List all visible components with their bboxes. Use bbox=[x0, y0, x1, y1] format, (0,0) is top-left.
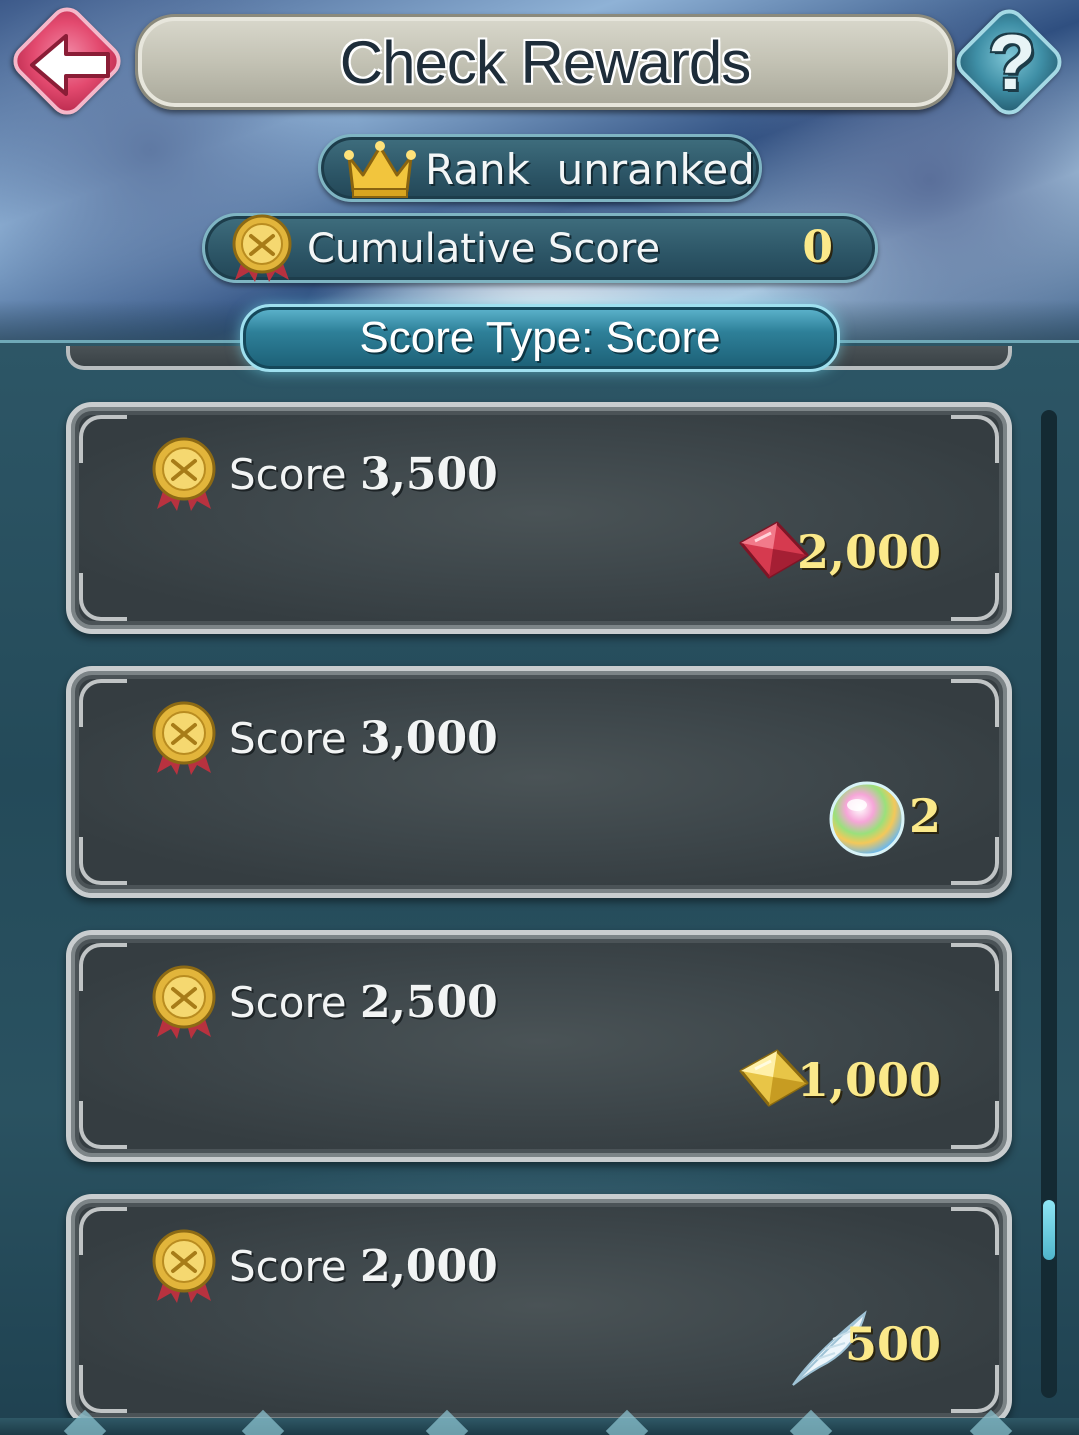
score-type-selector[interactable]: Score Type: Score bbox=[240, 304, 840, 372]
rank-display: Rank unranked bbox=[318, 134, 762, 202]
page-title: Check Rewards bbox=[339, 28, 751, 96]
reward-amount: 500 bbox=[844, 1317, 941, 1371]
reward-amount: 2 bbox=[908, 789, 941, 843]
score-medal-icon bbox=[229, 214, 295, 288]
reward-amount: 2,000 bbox=[796, 525, 941, 579]
score-type-label: Score Type: Score bbox=[359, 313, 721, 362]
score-medal-icon bbox=[151, 965, 217, 1045]
cumulative-score-value: 0 bbox=[802, 222, 833, 273]
rainbow-orb-icon bbox=[827, 779, 907, 863]
reward-panel: Score 3,000 2 bbox=[66, 666, 1012, 898]
title-banner: Check Rewards bbox=[135, 14, 955, 110]
reward-score-threshold: Score 3,000 bbox=[229, 713, 498, 764]
reward-score-threshold: Score 3,500 bbox=[229, 449, 498, 500]
rank-label: Rank unranked bbox=[425, 145, 755, 194]
back-arrow-icon bbox=[30, 34, 110, 96]
reward-amount: 1,000 bbox=[796, 1053, 941, 1107]
scrollbar-thumb[interactable] bbox=[1043, 1200, 1055, 1260]
back-button[interactable] bbox=[0, 0, 140, 130]
help-button[interactable]: ? bbox=[945, 0, 1079, 130]
reward-score-threshold: Score 2,500 bbox=[229, 977, 498, 1028]
cumulative-score-label: Cumulative Score bbox=[307, 226, 661, 272]
crown-icon bbox=[344, 141, 416, 198]
bottom-edge bbox=[0, 1418, 1079, 1435]
score-medal-icon bbox=[151, 1229, 217, 1309]
reward-panel: Score 2,000 500 bbox=[66, 1194, 1012, 1426]
reward-panel: Score 2,500 1,000 bbox=[66, 930, 1012, 1162]
reward-score-threshold: Score 2,000 bbox=[229, 1241, 498, 1292]
cumulative-score-display: Cumulative Score 0 bbox=[202, 213, 878, 283]
score-medal-icon bbox=[151, 701, 217, 781]
score-medal-icon bbox=[151, 437, 217, 517]
reward-panel: Score 3,500 2,000 bbox=[66, 402, 1012, 634]
question-mark-icon: ? bbox=[988, 17, 1036, 106]
